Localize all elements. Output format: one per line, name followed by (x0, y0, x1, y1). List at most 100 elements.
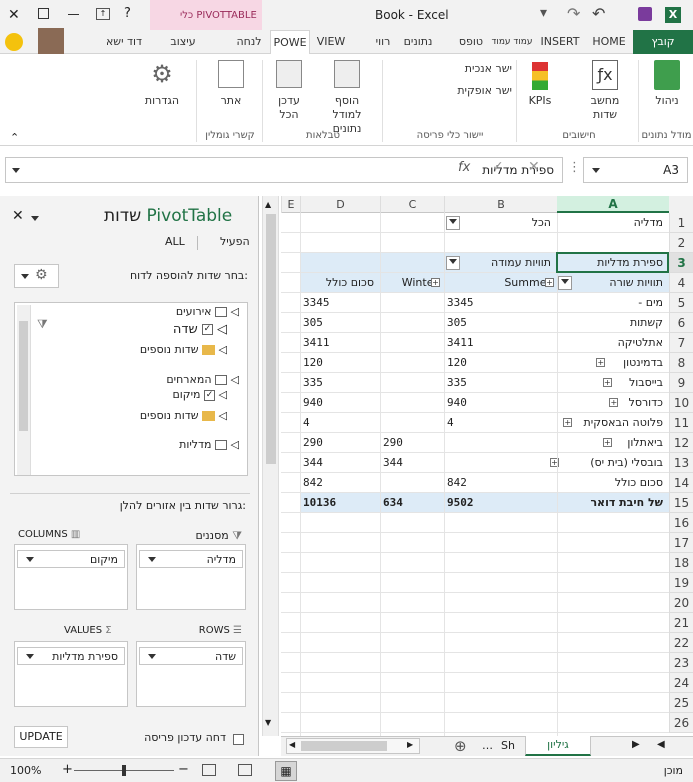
cell-b5[interactable]: 3345 (444, 293, 551, 313)
cell-b15[interactable]: 9502 (444, 493, 551, 513)
field-list[interactable]: ⧩ אירועים ◁ שדה ✓ ◁ שדות נוספים ◁ המארחי… (14, 302, 248, 476)
cell-d9[interactable]: 335 (300, 373, 374, 393)
tools-button[interactable]: ⚙ (14, 264, 59, 288)
row-header[interactable]: 6 (669, 313, 693, 333)
customize-icon[interactable]: ▾ (540, 5, 547, 21)
chip-dropdown-icon[interactable] (26, 654, 34, 659)
add-sheet-icon[interactable]: ⊕ (454, 737, 467, 755)
row-header[interactable]: 18 (669, 553, 693, 573)
values-drop-area[interactable]: ספירת מדליות (14, 641, 128, 707)
cell-b11[interactable]: 4 (444, 413, 551, 433)
cell-b13[interactable] (444, 453, 551, 473)
zoom-in-icon[interactable]: + (62, 762, 73, 777)
tab-view[interactable]: VIEW (312, 30, 350, 54)
active-cell[interactable] (556, 252, 669, 273)
scroll-down-icon[interactable]: ▼ (265, 718, 271, 727)
tree-item-hosts[interactable]: המארחים ◁ (166, 373, 239, 386)
select-all-corner[interactable] (669, 196, 693, 213)
expand-column-icon[interactable]: + (545, 278, 554, 287)
update-all-button[interactable]: עדכן הכל (268, 60, 310, 122)
row-header[interactable]: 15 (669, 493, 693, 513)
expand-formula-icon[interactable] (12, 168, 20, 173)
columns-field-chip[interactable]: מיקום (17, 550, 125, 568)
cell-c11[interactable] (380, 413, 438, 433)
cell-d14[interactable]: 842 (300, 473, 374, 493)
tab-all[interactable]: ALL (165, 235, 185, 248)
expand-icon[interactable]: ◁ (231, 305, 239, 318)
filter-dropdown-icon[interactable] (446, 216, 460, 230)
scroll-thumb[interactable] (266, 214, 276, 464)
chip-dropdown-icon[interactable] (148, 557, 156, 562)
row-header[interactable]: 22 (669, 633, 693, 653)
columns-drop-area[interactable]: מיקום (14, 544, 128, 610)
cell-a7[interactable]: אתלטיקה (557, 333, 663, 353)
zoom-out-icon[interactable]: − (178, 762, 189, 777)
field-checkbox[interactable]: ✓ (204, 389, 216, 401)
save-icon[interactable] (638, 7, 652, 21)
name-box[interactable]: A3 (583, 157, 688, 183)
calculated-fields-button[interactable]: ƒx מחשב שדות (580, 60, 630, 122)
cell-b9[interactable]: 335 (444, 373, 551, 393)
scroll-left-icon[interactable]: ◀ (289, 740, 295, 749)
cell-c8[interactable] (380, 353, 438, 373)
page-break-view-icon[interactable] (202, 764, 216, 776)
cell-a13[interactable]: בובסלי (בית יס) (557, 453, 663, 473)
row-header[interactable]: 4 (669, 273, 693, 293)
row-header[interactable]: 9 (669, 373, 693, 393)
cell-c14[interactable] (380, 473, 438, 493)
expand-icon[interactable]: ◁ (219, 388, 227, 401)
cell-b10[interactable]: 940 (444, 393, 551, 413)
row-header[interactable]: 26 (669, 713, 693, 733)
sheet-tab-other[interactable]: Sh (501, 739, 515, 752)
cell-a11[interactable]: פלוטה הבאסקית (557, 413, 663, 433)
cell-a6[interactable]: קשתות (557, 313, 663, 333)
cell-b3[interactable]: תוויות עמודה (444, 253, 551, 273)
tab-formulas[interactable]: טופס (455, 30, 487, 54)
row-header[interactable]: 11 (669, 413, 693, 433)
tab-insert[interactable]: INSERT (537, 30, 583, 54)
cell-d10[interactable]: 940 (300, 393, 374, 413)
tree-item-more-fields[interactable]: שדות נוספים ◁ (140, 343, 227, 356)
horizontal-scrollbar[interactable]: ◀ ▶ (286, 738, 420, 754)
tab-analyze[interactable]: לנחה (232, 30, 266, 54)
align-vertical-button[interactable]: ישר אנכית (432, 62, 512, 76)
expand-icon[interactable]: ◁ (231, 438, 239, 451)
rows-field-chip[interactable]: שדה (139, 647, 243, 665)
sheet-tab-active[interactable]: גיליון (525, 736, 591, 756)
enter-icon[interactable]: ✓ (492, 159, 504, 175)
defer-update-checkbox[interactable] (233, 732, 244, 745)
row-header[interactable]: 25 (669, 693, 693, 713)
collapse-ribbon-icon[interactable]: ⌃ (10, 131, 19, 144)
page-layout-view-icon[interactable] (238, 764, 252, 776)
filter-dropdown-icon[interactable] (446, 256, 460, 270)
more-sheets-icon[interactable]: … (482, 739, 493, 752)
cell-c4[interactable]: Winter (380, 273, 438, 293)
tab-data[interactable]: נתונים (400, 30, 436, 54)
cell-d13[interactable]: 344 (300, 453, 374, 473)
cell-c9[interactable] (380, 373, 438, 393)
row-header[interactable]: 3 (669, 253, 693, 273)
cell-b12[interactable] (444, 433, 551, 453)
col-header-d[interactable]: D (300, 196, 380, 213)
settings-button[interactable]: ⚙ הגדרות (140, 60, 184, 108)
cell-c1[interactable] (380, 213, 438, 233)
tab-design[interactable]: עיצוב (165, 30, 201, 54)
field-checkbox[interactable]: ✓ (201, 324, 213, 335)
tab-account[interactable]: דוד ישא (102, 30, 146, 54)
expand-column-icon[interactable]: + (431, 278, 440, 287)
cell-b6[interactable]: 305 (444, 313, 551, 333)
row-header[interactable]: 2 (669, 233, 693, 253)
redo-icon[interactable]: ↷ (567, 4, 580, 23)
pane-options-icon[interactable] (31, 211, 39, 224)
insert-function-icon[interactable]: fx (458, 160, 470, 175)
ribbon-display-icon[interactable]: ↑ (96, 8, 110, 20)
row-header[interactable]: 12 (669, 433, 693, 453)
scroll-up-icon[interactable]: ▲ (265, 200, 271, 209)
expand-icon[interactable]: ◁ (219, 409, 227, 422)
cell-b1[interactable]: הכל (444, 213, 551, 233)
cell-d7[interactable]: 3411 (300, 333, 374, 353)
cell-d12[interactable]: 290 (300, 433, 374, 453)
row-header[interactable]: 8 (669, 353, 693, 373)
cell-d3[interactable] (300, 253, 374, 273)
cell-b2[interactable] (444, 233, 551, 253)
